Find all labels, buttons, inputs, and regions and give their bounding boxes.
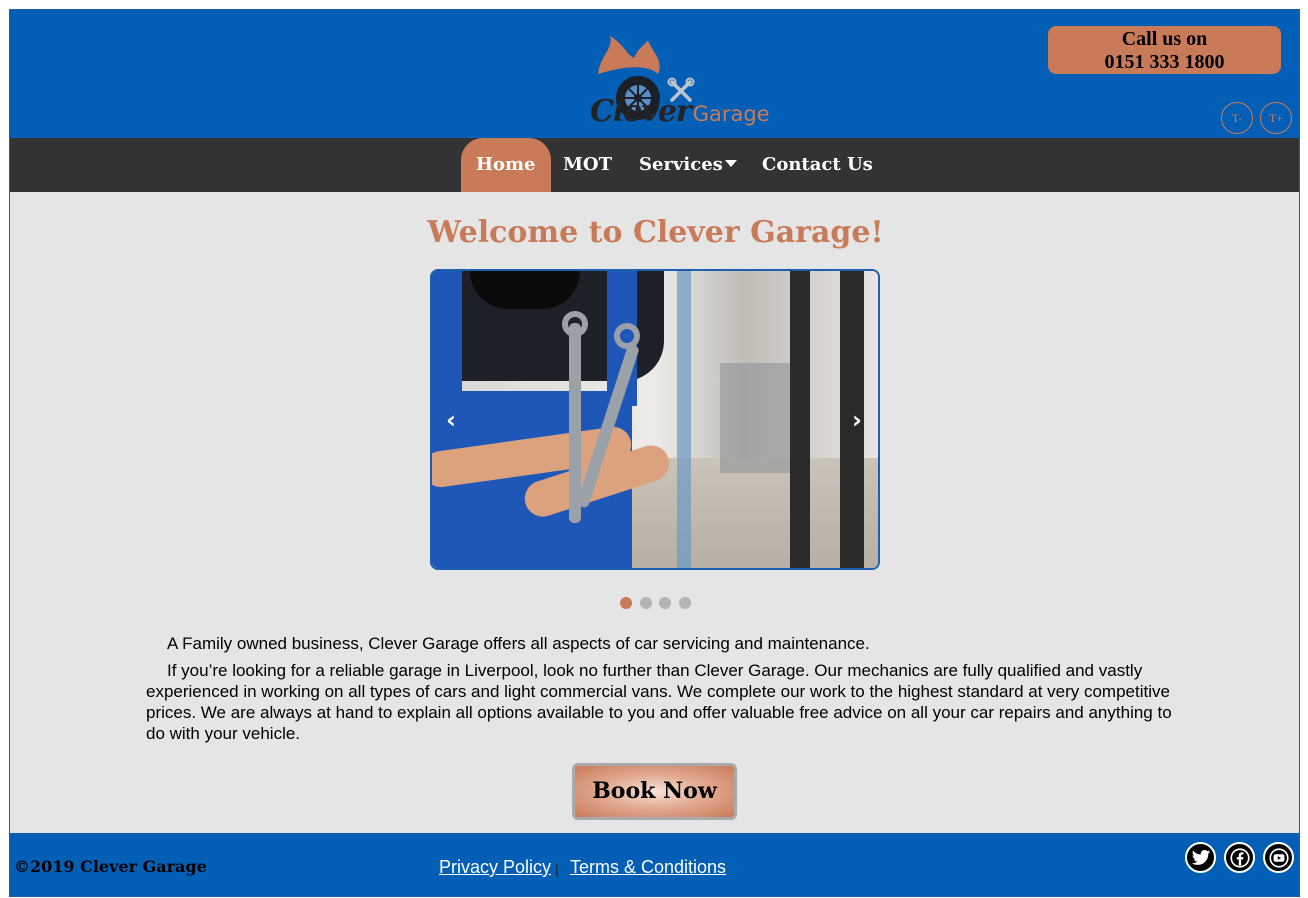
nav-mot-label: MOT: [563, 154, 612, 175]
nav-item-home[interactable]: Home: [461, 138, 551, 192]
facebook-icon[interactable]: [1224, 842, 1255, 873]
twitter-icon[interactable]: [1185, 842, 1216, 873]
increase-font-button[interactable]: T+: [1260, 102, 1292, 134]
chevron-down-icon: [724, 160, 737, 167]
decrease-font-label: T-: [1231, 110, 1243, 125]
page-frame: CleverGarage Call us on 0151 333 1800 T-…: [9, 9, 1300, 897]
slider-dot-4[interactable]: [679, 597, 691, 609]
phone-number: 0151 333 1800: [1104, 51, 1225, 73]
nav-contact-label: Contact Us: [762, 154, 873, 175]
main-navigation: Home MOT Services Contact Us: [10, 138, 1299, 192]
intro-paragraph-2: If you’re looking for a reliable garage …: [146, 661, 1172, 743]
nav-item-contact[interactable]: Contact Us: [762, 138, 873, 192]
slider-dot-2[interactable]: [640, 597, 652, 609]
increase-font-label: T+: [1268, 110, 1284, 125]
book-now-button[interactable]: Book Now: [572, 763, 737, 820]
logo-brand-sub: Garage: [692, 102, 770, 126]
slider-dot-1[interactable]: [620, 597, 632, 609]
terms-conditions-link[interactable]: Terms & Conditions: [570, 857, 726, 878]
decrease-font-button[interactable]: T-: [1221, 102, 1253, 134]
page-title: Welcome to Clever Garage!: [427, 215, 884, 250]
logo-brand-main: Clever: [590, 94, 692, 129]
call-us-box[interactable]: Call us on 0151 333 1800: [1048, 26, 1281, 74]
slide-image: [432, 271, 878, 568]
nav-item-services[interactable]: Services: [639, 138, 737, 192]
nav-home-label: Home: [476, 154, 536, 175]
intro-paragraph-1: A Family owned business, Clever Garage o…: [167, 634, 870, 653]
slider-prev-icon[interactable]: ‹: [446, 408, 456, 432]
site-footer: ©2019 Clever Garage Privacy Policy | Ter…: [10, 833, 1299, 896]
footer-link-separator: |: [555, 861, 559, 877]
privacy-policy-link[interactable]: Privacy Policy: [439, 857, 551, 878]
image-slider[interactable]: ‹ ›: [430, 269, 880, 570]
site-logo[interactable]: CleverGarage: [590, 36, 790, 136]
site-header: CleverGarage Call us on 0151 333 1800 T-…: [10, 10, 1299, 138]
youtube-icon[interactable]: [1263, 842, 1294, 873]
intro-text: A Family owned business, Clever Garage o…: [146, 633, 1186, 744]
slider-dot-3[interactable]: [659, 597, 671, 609]
copyright-text: ©2019 Clever Garage: [14, 857, 207, 876]
nav-item-mot[interactable]: MOT: [563, 138, 612, 192]
call-us-label: Call us on: [1121, 28, 1208, 50]
nav-services-label: Services: [639, 154, 723, 175]
slider-next-icon[interactable]: ›: [852, 408, 862, 432]
